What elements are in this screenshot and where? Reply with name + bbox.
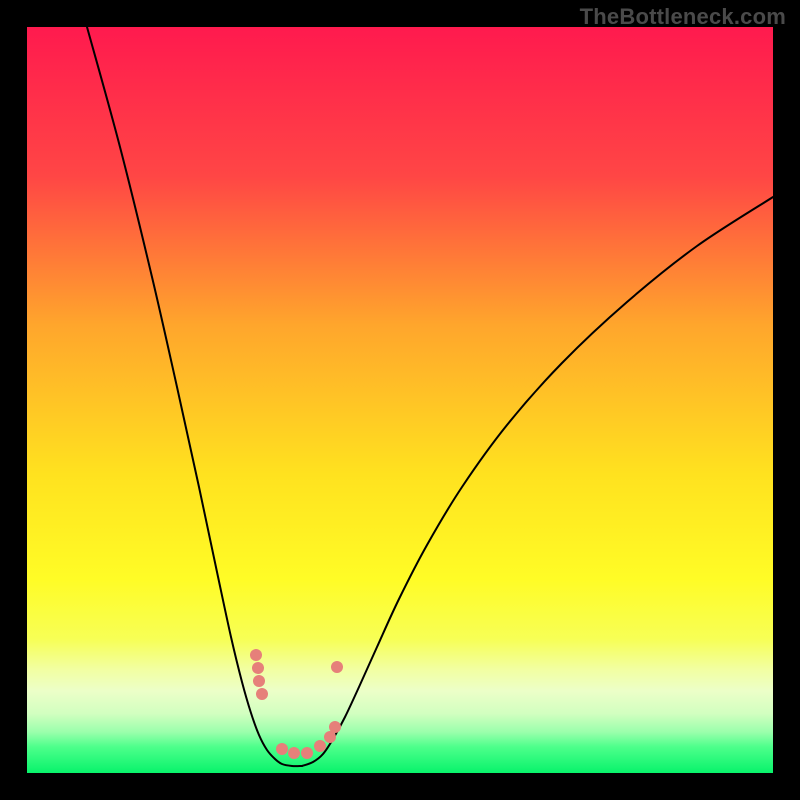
highlight-dot xyxy=(301,747,313,759)
highlight-dot xyxy=(253,675,265,687)
highlight-dot xyxy=(314,740,326,752)
highlight-dot xyxy=(329,721,341,733)
curves-layer xyxy=(27,27,773,773)
highlight-dots xyxy=(250,649,343,759)
highlight-dot xyxy=(276,743,288,755)
highlight-dot xyxy=(256,688,268,700)
plot-area xyxy=(27,27,773,773)
highlight-dot xyxy=(331,661,343,673)
curve-left-branch xyxy=(87,27,302,766)
curve-right-branch xyxy=(302,197,773,766)
highlight-dot xyxy=(250,649,262,661)
highlight-dot xyxy=(252,662,264,674)
highlight-dot xyxy=(288,747,300,759)
chart-stage: TheBottleneck.com xyxy=(0,0,800,800)
